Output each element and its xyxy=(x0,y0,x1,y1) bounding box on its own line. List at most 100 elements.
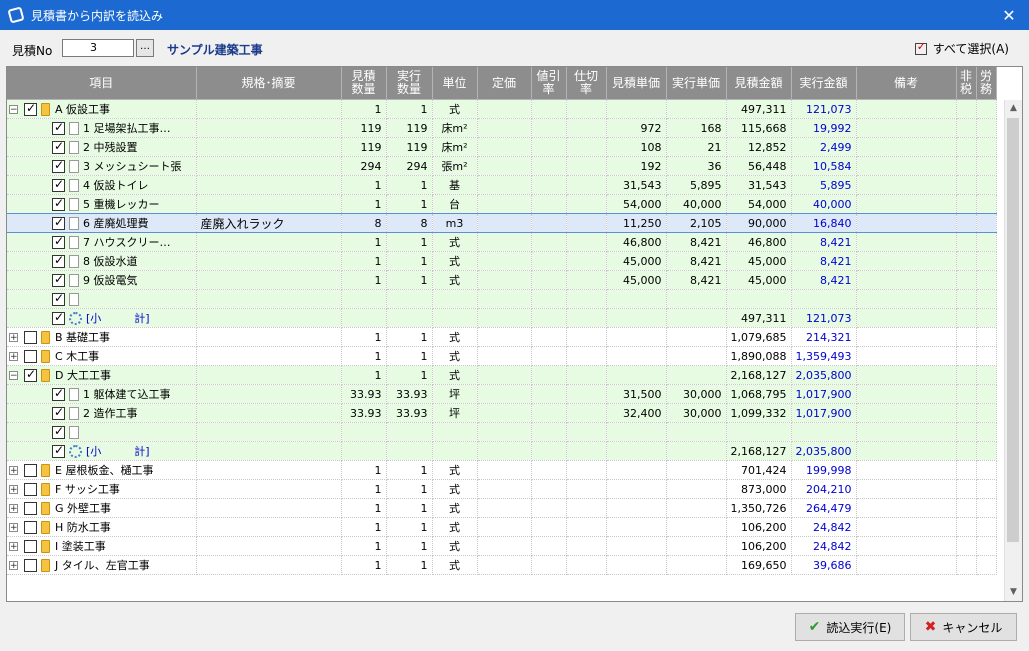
item-cell: 1 躯体建て込工事 xyxy=(7,384,197,404)
table-row[interactable]: + G 外壁工事 1 1 式 1,350,726 264,479 xyxy=(7,498,997,518)
row-checkbox[interactable] xyxy=(24,330,37,344)
row-checkbox[interactable] xyxy=(24,501,37,515)
row-checkbox[interactable] xyxy=(24,558,37,572)
column-header[interactable]: 規格･摘要 xyxy=(196,67,342,100)
table-row[interactable]: + B 基礎工事 1 1 式 1,079,685 214,321 xyxy=(7,327,997,347)
table-row[interactable]: [小 計] 2,168,1272,035,800 xyxy=(7,441,997,461)
column-header[interactable]: 値引 率 xyxy=(531,67,567,100)
expand-toggle-icon[interactable]: + xyxy=(9,465,18,475)
row-checkbox[interactable] xyxy=(52,158,65,173)
table-row[interactable]: 1 躯体建て込工事33.9333.93坪31,50030,0001,068,79… xyxy=(7,384,997,404)
table-row[interactable]: + H 防水工事 1 1 式 106,200 24,842 xyxy=(7,517,997,537)
column-header[interactable]: 単位 xyxy=(432,67,478,100)
table-row[interactable] xyxy=(7,422,997,442)
scroll-up-icon[interactable]: ▲ xyxy=(1005,100,1022,117)
cell-price xyxy=(477,175,532,195)
cancel-button[interactable]: ✖ キャンセル xyxy=(910,613,1017,641)
estimate-no-input[interactable]: 3 xyxy=(62,39,134,57)
column-header[interactable]: 実行 数量 xyxy=(386,67,433,100)
row-checkbox[interactable] xyxy=(52,196,65,211)
expand-toggle-icon[interactable]: + xyxy=(9,541,18,551)
expand-toggle-icon[interactable]: − xyxy=(9,370,18,380)
table-row[interactable]: 5 重機レッカー11台54,00040,00054,00040,000 xyxy=(7,194,997,214)
row-checkbox[interactable] xyxy=(52,310,65,325)
cell-disc xyxy=(531,289,567,309)
table-row[interactable]: −D 大工工事11式2,168,1272,035,800 xyxy=(7,365,997,385)
row-checkbox[interactable] xyxy=(24,367,37,382)
table-row[interactable]: 1 足場架払工事…119119床m²972168115,66819,992 xyxy=(7,118,997,138)
column-header[interactable]: 実行金額 xyxy=(791,67,857,100)
row-checkbox[interactable] xyxy=(52,405,65,420)
row-checkbox[interactable] xyxy=(24,463,37,477)
cell-tax xyxy=(956,479,977,499)
expand-toggle-icon[interactable]: + xyxy=(9,332,18,342)
column-header[interactable]: 非 税 xyxy=(956,67,977,100)
table-row[interactable]: + I 塗装工事 1 1 式 106,200 24,842 xyxy=(7,536,997,556)
expand-toggle-icon[interactable]: + xyxy=(9,484,18,494)
row-checkbox[interactable] xyxy=(52,386,65,401)
table-row[interactable]: + E 屋根板金、樋工事 1 1 式 701,424 199,998 xyxy=(7,460,997,480)
cell-tax xyxy=(956,517,977,537)
row-checkbox[interactable] xyxy=(52,253,65,268)
cell-unit: 式 xyxy=(432,460,478,480)
table-row[interactable]: 9 仮設電気11式45,0008,42145,0008,421 xyxy=(7,270,997,290)
column-header[interactable]: 労 務 xyxy=(976,67,997,100)
column-header[interactable]: 見積単価 xyxy=(606,67,667,100)
row-checkbox[interactable] xyxy=(52,291,65,306)
column-header[interactable]: 項目 xyxy=(7,67,197,100)
row-checkbox[interactable] xyxy=(24,101,37,116)
table-row[interactable]: 6 産廃処理費産廃入れラック88m311,2502,10590,00016,84… xyxy=(7,213,997,233)
expand-toggle-icon[interactable]: + xyxy=(9,503,18,513)
table-row[interactable]: 4 仮設トイレ11基31,5435,89531,5435,895 xyxy=(7,175,997,195)
cell-exec-unit-price xyxy=(666,441,727,461)
table-row[interactable]: −A 仮設工事11式497,311121,073 xyxy=(7,99,997,119)
row-checkbox[interactable] xyxy=(52,139,65,154)
project-name: サンプル建築工事 xyxy=(167,43,263,57)
column-header[interactable]: 定価 xyxy=(477,67,532,100)
row-checkbox[interactable] xyxy=(24,520,37,534)
table-row[interactable]: + F サッシ工事 1 1 式 873,000 204,210 xyxy=(7,479,997,499)
table-row[interactable]: 3 メッシュシート張294294張m²1923656,44810,584 xyxy=(7,156,997,176)
table-row[interactable] xyxy=(7,289,997,309)
estimate-browse-button[interactable]: … xyxy=(136,39,154,57)
table-row[interactable]: [小 計] 497,311121,073 xyxy=(7,308,997,328)
cell-labor xyxy=(976,498,997,518)
column-header[interactable]: 仕切 率 xyxy=(566,67,607,100)
scroll-thumb[interactable] xyxy=(1007,118,1019,542)
table-row[interactable]: 2 造作工事33.9333.93坪32,40030,0001,099,3321,… xyxy=(7,403,997,423)
table-row[interactable]: 8 仮設水道11式45,0008,42145,0008,421 xyxy=(7,251,997,271)
column-header[interactable]: 見積 数量 xyxy=(341,67,387,100)
select-all-button[interactable]: すべて選択(A) xyxy=(914,40,1009,57)
row-checkbox[interactable] xyxy=(24,539,37,553)
expand-toggle-icon[interactable]: − xyxy=(9,104,18,114)
row-checkbox[interactable] xyxy=(52,443,65,458)
table-row[interactable]: + J タイル、左官工事 1 1 式 169,650 39,686 xyxy=(7,555,997,575)
column-header[interactable]: 実行単価 xyxy=(666,67,727,100)
row-checkbox[interactable] xyxy=(52,424,65,439)
expand-toggle-icon[interactable]: + xyxy=(9,522,18,532)
row-checkbox[interactable] xyxy=(52,215,65,230)
items-grid[interactable]: 項目 規格･摘要 見積 数量 実行 数量 単位 定価 値引 率仕切 率見積単価 実行単価 見積金… xyxy=(6,66,1023,602)
cell-qty: 1 xyxy=(341,498,387,518)
row-checkbox[interactable] xyxy=(52,234,65,249)
row-checkbox[interactable] xyxy=(52,272,65,287)
table-row[interactable]: 7 ハウスクリー…11式46,8008,42146,8008,421 xyxy=(7,232,997,252)
row-checkbox[interactable] xyxy=(52,120,65,135)
close-button[interactable]: ✕ xyxy=(989,0,1029,30)
document-icon xyxy=(69,425,79,439)
row-checkbox[interactable] xyxy=(52,177,65,192)
column-header[interactable]: 備考 xyxy=(856,67,957,100)
scroll-down-icon[interactable]: ▼ xyxy=(1005,584,1022,601)
expand-toggle-icon[interactable]: + xyxy=(9,560,18,570)
vertical-scrollbar[interactable]: ▲ ▼ xyxy=(1004,100,1022,601)
column-header[interactable]: 見積金額 xyxy=(726,67,792,100)
row-checkbox[interactable] xyxy=(24,482,37,496)
cell-labor xyxy=(976,327,997,347)
row-checkbox[interactable] xyxy=(24,349,37,363)
expand-toggle-icon[interactable]: + xyxy=(9,351,18,361)
table-row[interactable]: 2 中残設置119119床m²1082112,8522,499 xyxy=(7,137,997,157)
cell-unit: 式 xyxy=(432,498,478,518)
table-row[interactable]: + C 木工事 1 1 式 1,890,088 1,359,493 xyxy=(7,346,997,366)
execute-button[interactable]: ✔ 読込実行(E) xyxy=(795,613,905,641)
